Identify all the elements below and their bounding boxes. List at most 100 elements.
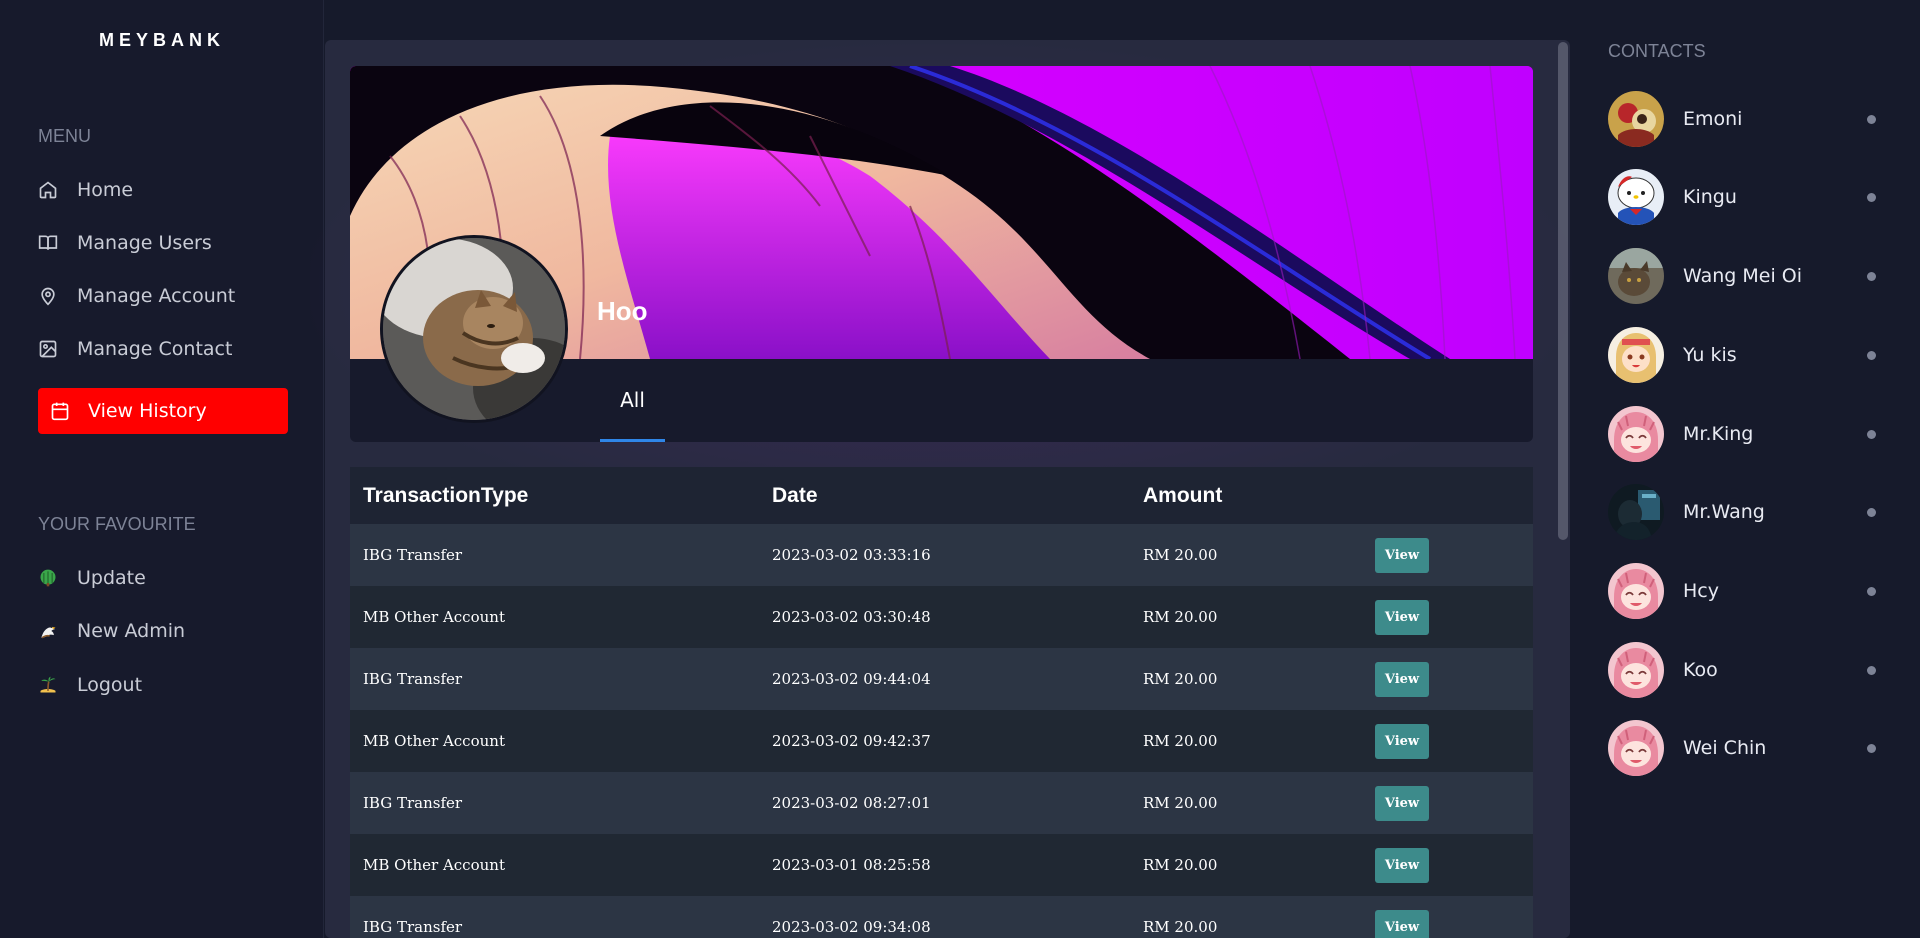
- contact-name: Kingu: [1683, 186, 1737, 208]
- status-dot: [1867, 429, 1876, 439]
- favourite-item-update[interactable]: Update: [38, 555, 288, 601]
- contact-name: Koo: [1683, 659, 1718, 681]
- calendar-icon: [50, 401, 70, 421]
- sidebar-item-view-history[interactable]: View History: [38, 388, 288, 434]
- contact-name: Mr.King: [1683, 423, 1754, 445]
- view-button[interactable]: View: [1375, 786, 1429, 821]
- cell-amount: RM 20.00: [1143, 918, 1218, 936]
- column-header-type: TransactionType: [363, 484, 529, 507]
- contact-name: Emoni: [1683, 108, 1743, 130]
- contact-avatar: [1608, 720, 1664, 776]
- view-button[interactable]: View: [1375, 538, 1429, 573]
- status-dot: [1867, 192, 1876, 202]
- view-button[interactable]: View: [1375, 848, 1429, 883]
- contact-avatar: [1608, 169, 1664, 225]
- book-icon: [38, 233, 58, 253]
- view-button[interactable]: View: [1375, 662, 1429, 697]
- table-row: MB Other Account 2023-03-02 09:42:37 RM …: [350, 710, 1533, 772]
- tree-icon: [38, 568, 58, 588]
- sidebar-item-manage-contact[interactable]: Manage Contact: [38, 326, 288, 372]
- contact-avatar: [1608, 406, 1664, 462]
- contact-item-wei-chin[interactable]: Wei Chin: [1608, 719, 1888, 777]
- cell-date: 2023-03-02 09:42:37: [772, 732, 931, 750]
- contact-item-yu-kis[interactable]: Yu kis: [1608, 326, 1888, 384]
- status-dot: [1867, 665, 1876, 675]
- cell-amount: RM 20.00: [1143, 546, 1218, 564]
- cell-type: IBG Transfer: [363, 794, 463, 812]
- cell-amount: RM 20.00: [1143, 670, 1218, 688]
- status-dot: [1867, 743, 1876, 753]
- contact-item-hcy[interactable]: Hcy: [1608, 562, 1888, 620]
- column-header-date: Date: [772, 484, 818, 507]
- favourite-item-new-admin[interactable]: New Admin: [38, 608, 288, 654]
- image-icon: [38, 339, 58, 359]
- cell-type: IBG Transfer: [363, 670, 463, 688]
- sidebar-item-label: View History: [88, 400, 207, 422]
- status-dot: [1867, 350, 1876, 360]
- contact-item-mr-wang[interactable]: Mr.Wang: [1608, 483, 1888, 541]
- status-dot: [1867, 271, 1876, 281]
- island-icon: [38, 675, 58, 695]
- contact-item-kingu[interactable]: Kingu: [1608, 168, 1888, 226]
- table-row: IBG Transfer 2023-03-02 09:34:08 RM 20.0…: [350, 896, 1533, 938]
- sidebar-item-label: Manage Users: [77, 232, 212, 254]
- tab-all[interactable]: All: [600, 360, 665, 442]
- sidebar-item-label: Manage Account: [77, 285, 236, 307]
- cell-date: 2023-03-02 09:44:04: [772, 670, 931, 688]
- cell-date: 2023-03-02 03:33:16: [772, 546, 931, 564]
- contact-name: Mr.Wang: [1683, 501, 1765, 523]
- cell-amount: RM 20.00: [1143, 794, 1218, 812]
- cell-amount: RM 20.00: [1143, 856, 1218, 874]
- cell-date: 2023-03-02 08:27:01: [772, 794, 931, 812]
- transaction-table: TransactionType Date Amount IBG Transfer…: [350, 467, 1533, 938]
- cat-avatar-art: [383, 238, 565, 420]
- contacts-title: CONTACTS: [1608, 41, 1706, 61]
- contact-avatar: [1608, 642, 1664, 698]
- table-row: MB Other Account 2023-03-02 03:30:48 RM …: [350, 586, 1533, 648]
- sidebar-item-label: Manage Contact: [77, 338, 233, 360]
- view-button[interactable]: View: [1375, 600, 1429, 635]
- favourite-item-logout[interactable]: Logout: [38, 662, 288, 708]
- profile-avatar[interactable]: [380, 235, 568, 423]
- cell-type: MB Other Account: [363, 856, 505, 874]
- cell-amount: RM 20.00: [1143, 732, 1218, 750]
- view-button[interactable]: View: [1375, 910, 1429, 938]
- sidebar: MEYBANK MENU Home Manage Users Manage Ac…: [0, 0, 324, 938]
- status-dot: [1867, 507, 1876, 517]
- cell-amount: RM 20.00: [1143, 608, 1218, 626]
- sidebar-item-label: Home: [77, 179, 134, 201]
- contact-name: Yu kis: [1683, 344, 1737, 366]
- column-header-amount: Amount: [1143, 484, 1223, 507]
- favourites-title: YOUR FAVOURITE: [38, 514, 196, 534]
- contact-item-wang-mei-oi[interactable]: Wang Mei Oi: [1608, 247, 1888, 305]
- table-row: MB Other Account 2023-03-01 08:25:58 RM …: [350, 834, 1533, 896]
- sidebar-item-home[interactable]: Home: [38, 167, 288, 213]
- contact-avatar: [1608, 91, 1664, 147]
- cell-type: IBG Transfer: [363, 546, 463, 564]
- table-header: TransactionType Date Amount: [350, 467, 1533, 524]
- profile-name: Hoo: [597, 296, 648, 326]
- status-dot: [1867, 586, 1876, 596]
- favourite-item-label: Update: [77, 567, 146, 589]
- contact-item-koo[interactable]: Koo: [1608, 641, 1888, 699]
- view-button[interactable]: View: [1375, 724, 1429, 759]
- cell-type: IBG Transfer: [363, 918, 463, 936]
- contact-name: Wang Mei Oi: [1683, 265, 1802, 287]
- table-row: IBG Transfer 2023-03-02 09:44:04 RM 20.0…: [350, 648, 1533, 710]
- eagle-icon: [38, 621, 58, 641]
- menu-title: MENU: [38, 126, 91, 146]
- contact-name: Wei Chin: [1683, 737, 1767, 759]
- cell-type: MB Other Account: [363, 732, 505, 750]
- sidebar-item-manage-account[interactable]: Manage Account: [38, 273, 288, 319]
- contact-avatar: [1608, 563, 1664, 619]
- map-pin-icon: [38, 286, 58, 306]
- cell-date: 2023-03-02 03:30:48: [772, 608, 931, 626]
- cell-date: 2023-03-02 09:34:08: [772, 918, 931, 936]
- table-row: IBG Transfer 2023-03-02 03:33:16 RM 20.0…: [350, 524, 1533, 586]
- contact-item-emoni[interactable]: Emoni: [1608, 90, 1888, 148]
- sidebar-item-manage-users[interactable]: Manage Users: [38, 220, 288, 266]
- cell-date: 2023-03-01 08:25:58: [772, 856, 931, 874]
- cell-type: MB Other Account: [363, 608, 505, 626]
- contact-item-mr-king[interactable]: Mr.King: [1608, 405, 1888, 463]
- brand-logo[interactable]: MEYBANK: [0, 30, 324, 51]
